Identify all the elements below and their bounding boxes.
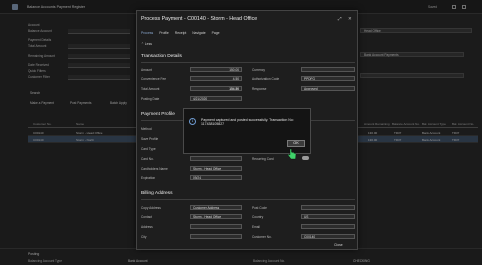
posting-date-field[interactable]: 4/21/2020	[190, 96, 242, 101]
country-label: Country	[252, 215, 264, 219]
tab-receipt[interactable]: Receipt	[175, 31, 187, 35]
less-toggle[interactable]: ⌃ Less	[141, 42, 152, 46]
ok-button[interactable]: OK	[287, 140, 305, 147]
cardholder-name-label: Cardholders Name	[141, 167, 168, 171]
amount-label: Amount	[141, 68, 152, 72]
less-label: Less	[144, 42, 152, 46]
city-field[interactable]	[190, 234, 242, 239]
recurring-card-toggle[interactable]	[302, 156, 309, 160]
response-label: Response	[252, 87, 267, 91]
currency-field[interactable]	[301, 67, 355, 72]
payment-profile-heading: Payment Profile	[141, 112, 175, 117]
city-label: City	[141, 235, 147, 239]
recurring-card-label: Recurring Card	[252, 157, 274, 161]
save-profile-label: Save Profile	[141, 137, 159, 141]
post-code-label: Post Code	[252, 206, 267, 210]
transaction-details-heading: Transaction Details	[141, 54, 182, 59]
contact-field[interactable]: Storm - Head Office	[190, 214, 242, 219]
tab-profile[interactable]: Profile	[159, 31, 169, 35]
tab-process[interactable]: Process	[141, 31, 153, 35]
method-label: Method	[141, 127, 152, 131]
copy-address-field[interactable]: Customer Address	[190, 205, 242, 210]
confirmation-message: Payment captured and posted successfully…	[201, 117, 294, 126]
email-label: Email	[252, 225, 260, 229]
section-divider	[141, 62, 355, 63]
amount-field[interactable]: 150.00	[190, 67, 242, 72]
customer-no-field: C00140	[301, 234, 355, 239]
country-field[interactable]: US	[301, 214, 355, 219]
email-field[interactable]	[301, 224, 355, 229]
convenience-fee-label: Convenience Fee	[141, 77, 166, 81]
section-divider	[141, 199, 355, 200]
expiration-field[interactable]: 09/24	[190, 175, 242, 180]
auth-code-label: Authorization Code	[252, 77, 280, 81]
currency-label: Currency	[252, 68, 265, 72]
expiration-label: Expiration	[141, 176, 156, 180]
card-no-label: Card No.	[141, 157, 154, 161]
card-type-label: Card Type	[141, 147, 156, 151]
total-amount-label: Total Amount	[141, 87, 160, 91]
close-icon[interactable]: ✕	[348, 16, 352, 22]
dialog-tabs: Process Profile Receipt Navigate Page	[141, 31, 225, 37]
tab-navigate[interactable]: Navigate	[192, 31, 205, 35]
billing-address-heading: Billing Address	[141, 191, 173, 196]
post-code-field[interactable]	[301, 205, 355, 210]
close-button[interactable]: Close	[334, 243, 343, 247]
expand-icon[interactable]: ⤢	[338, 16, 342, 21]
address-field[interactable]	[190, 224, 242, 229]
cardholder-name-field[interactable]: Storm - Head Office	[190, 166, 242, 171]
dialog-title: Process Payment - C00140 - Storm - Head …	[141, 16, 258, 22]
customer-no-label: Customer No.	[252, 235, 272, 239]
hand-cursor-icon	[287, 148, 297, 160]
copy-address-label: Copy Address	[141, 206, 161, 210]
contact-label: Contact	[141, 215, 152, 219]
total-amount-field: 154.50	[190, 86, 242, 91]
response-field: Approved	[301, 86, 355, 91]
tab-page[interactable]: Page	[212, 31, 220, 35]
address-label: Address	[141, 225, 153, 229]
card-no-field[interactable]	[190, 156, 242, 161]
info-icon: i	[189, 118, 196, 125]
convenience-fee-field[interactable]: 4.50	[190, 76, 242, 81]
auth-code-field: PPDFG	[301, 76, 355, 81]
posting-date-label: Posting Date	[141, 97, 160, 101]
